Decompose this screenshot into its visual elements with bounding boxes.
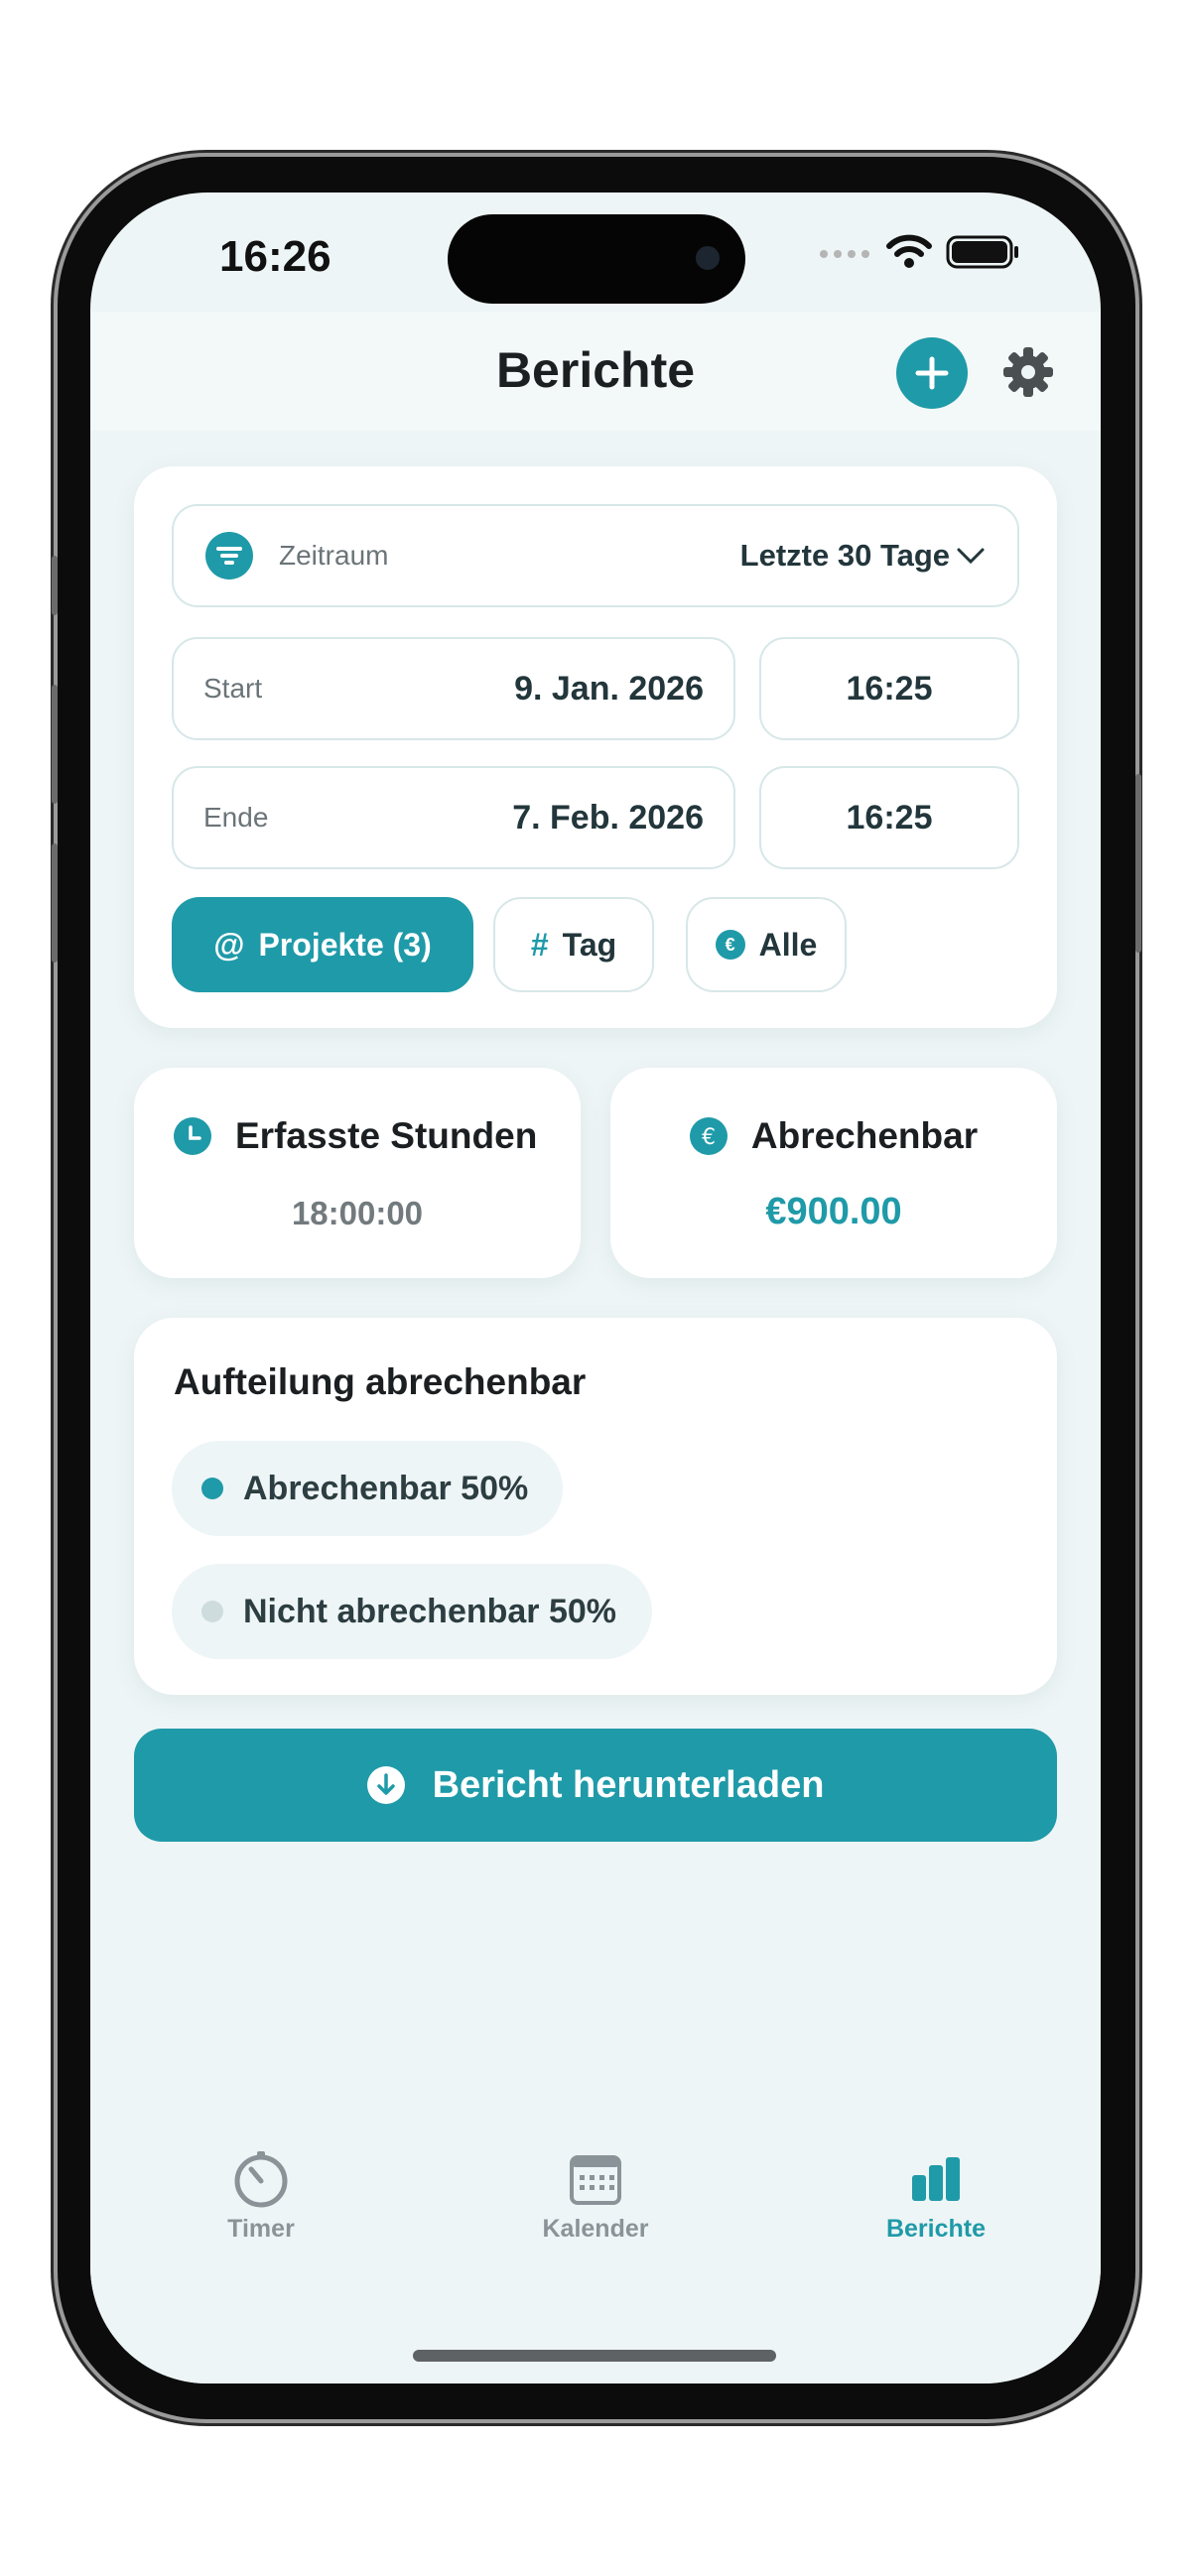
tab-timer-label: Timer	[227, 2215, 295, 2243]
power-button	[1135, 774, 1141, 953]
period-select[interactable]: Zeitraum Letzte 30 Tage	[172, 504, 1019, 607]
end-date: 7. Feb. 2026	[512, 798, 704, 837]
billable-title: Abrechenbar	[750, 1115, 979, 1156]
tab-bar: Timer Kalender Berichte	[90, 2127, 1101, 2383]
tab-timer[interactable]: Timer	[162, 2149, 360, 2244]
breakdown-card: Aufteilung abrechenbar Abrechenbar 50% N…	[134, 1318, 1057, 1695]
download-label: Bericht herunterladen	[432, 1763, 825, 1806]
legend-item-billable: Abrechenbar 50%	[172, 1441, 563, 1536]
tab-reports[interactable]: Berichte	[837, 2149, 1035, 2244]
calendar-icon	[570, 2155, 621, 2205]
chip-tag[interactable]: # Tag	[493, 897, 654, 992]
start-date: 9. Jan. 2026	[514, 669, 704, 708]
status-time: 16:26	[219, 232, 331, 281]
home-indicator[interactable]	[413, 2350, 776, 2362]
at-icon: @	[213, 926, 245, 963]
filter-icon	[205, 532, 253, 580]
filter-card: Zeitraum Letzte 30 Tage Start 9. Jan. 20…	[134, 466, 1057, 1028]
hours-value: 18:00:00	[291, 1195, 424, 1231]
settings-gear-icon[interactable]	[1001, 345, 1055, 399]
legend-item-nonbillable: Nicht abrechenbar 50%	[172, 1564, 652, 1659]
chevron-down-icon	[957, 548, 985, 565]
tab-reports-label: Berichte	[885, 2215, 987, 2243]
hours-card: Erfasste Stunden 18:00:00	[134, 1068, 581, 1278]
start-time-field[interactable]: 16:25	[759, 637, 1019, 740]
chip-billing[interactable]: € Alle	[686, 897, 847, 992]
chip-projects[interactable]: @ Projekte (3)	[172, 897, 473, 992]
camera-icon	[696, 246, 720, 270]
download-icon	[366, 1766, 405, 1804]
start-label: Start	[203, 673, 263, 704]
start-time: 16:25	[846, 669, 933, 708]
wifi-icon	[886, 234, 932, 268]
signal-icon	[820, 250, 869, 258]
status-icons	[819, 234, 1021, 270]
end-time-field[interactable]: 16:25	[759, 766, 1019, 869]
hours-title: Erfasste Stunden	[235, 1115, 538, 1156]
nonbillable-dot	[201, 1601, 223, 1622]
dynamic-island	[448, 214, 745, 304]
tab-calendar-label: Kalender	[542, 2215, 649, 2243]
hash-icon: #	[530, 926, 549, 963]
screen: 16:26 Berichte Zeitraum Letzte 30 Tage S…	[90, 193, 1101, 2383]
chip-tag-label: Tag	[562, 926, 617, 963]
bar-chart-icon	[912, 2157, 960, 2201]
legend-nonbillable-label: Nicht abrechenbar 50%	[243, 1592, 617, 1630]
download-report-button[interactable]: Bericht herunterladen	[134, 1729, 1057, 1842]
start-date-field[interactable]: Start 9. Jan. 2026	[172, 637, 735, 740]
volume-down-button	[52, 843, 58, 963]
billable-dot	[201, 1478, 223, 1499]
add-button[interactable]	[896, 337, 968, 409]
plus-icon	[915, 356, 949, 390]
chip-billing-label: Alle	[758, 926, 818, 963]
period-value: Letzte 30 Tage	[739, 538, 950, 573]
clock-icon	[174, 1117, 211, 1155]
mute-switch	[52, 556, 58, 615]
euro-icon: €	[715, 930, 745, 960]
tab-calendar[interactable]: Kalender	[496, 2149, 695, 2244]
volume-up-button	[52, 685, 58, 804]
period-label: Zeitraum	[279, 540, 389, 571]
breakdown-title: Aufteilung abrechenbar	[174, 1361, 587, 1402]
billable-value: €900.00	[765, 1191, 902, 1232]
battery-icon	[946, 235, 1018, 269]
billable-card: € Abrechenbar €900.00	[610, 1068, 1057, 1278]
euro-icon: €	[689, 1117, 728, 1155]
chip-projects-label: Projekte (3)	[258, 926, 432, 963]
end-time: 16:25	[846, 798, 933, 837]
end-date-field[interactable]: Ende 7. Feb. 2026	[172, 766, 735, 869]
timer-icon	[234, 2151, 288, 2208]
svg-text:€: €	[702, 1125, 716, 1150]
end-label: Ende	[203, 802, 269, 833]
legend-billable-label: Abrechenbar 50%	[243, 1469, 529, 1507]
